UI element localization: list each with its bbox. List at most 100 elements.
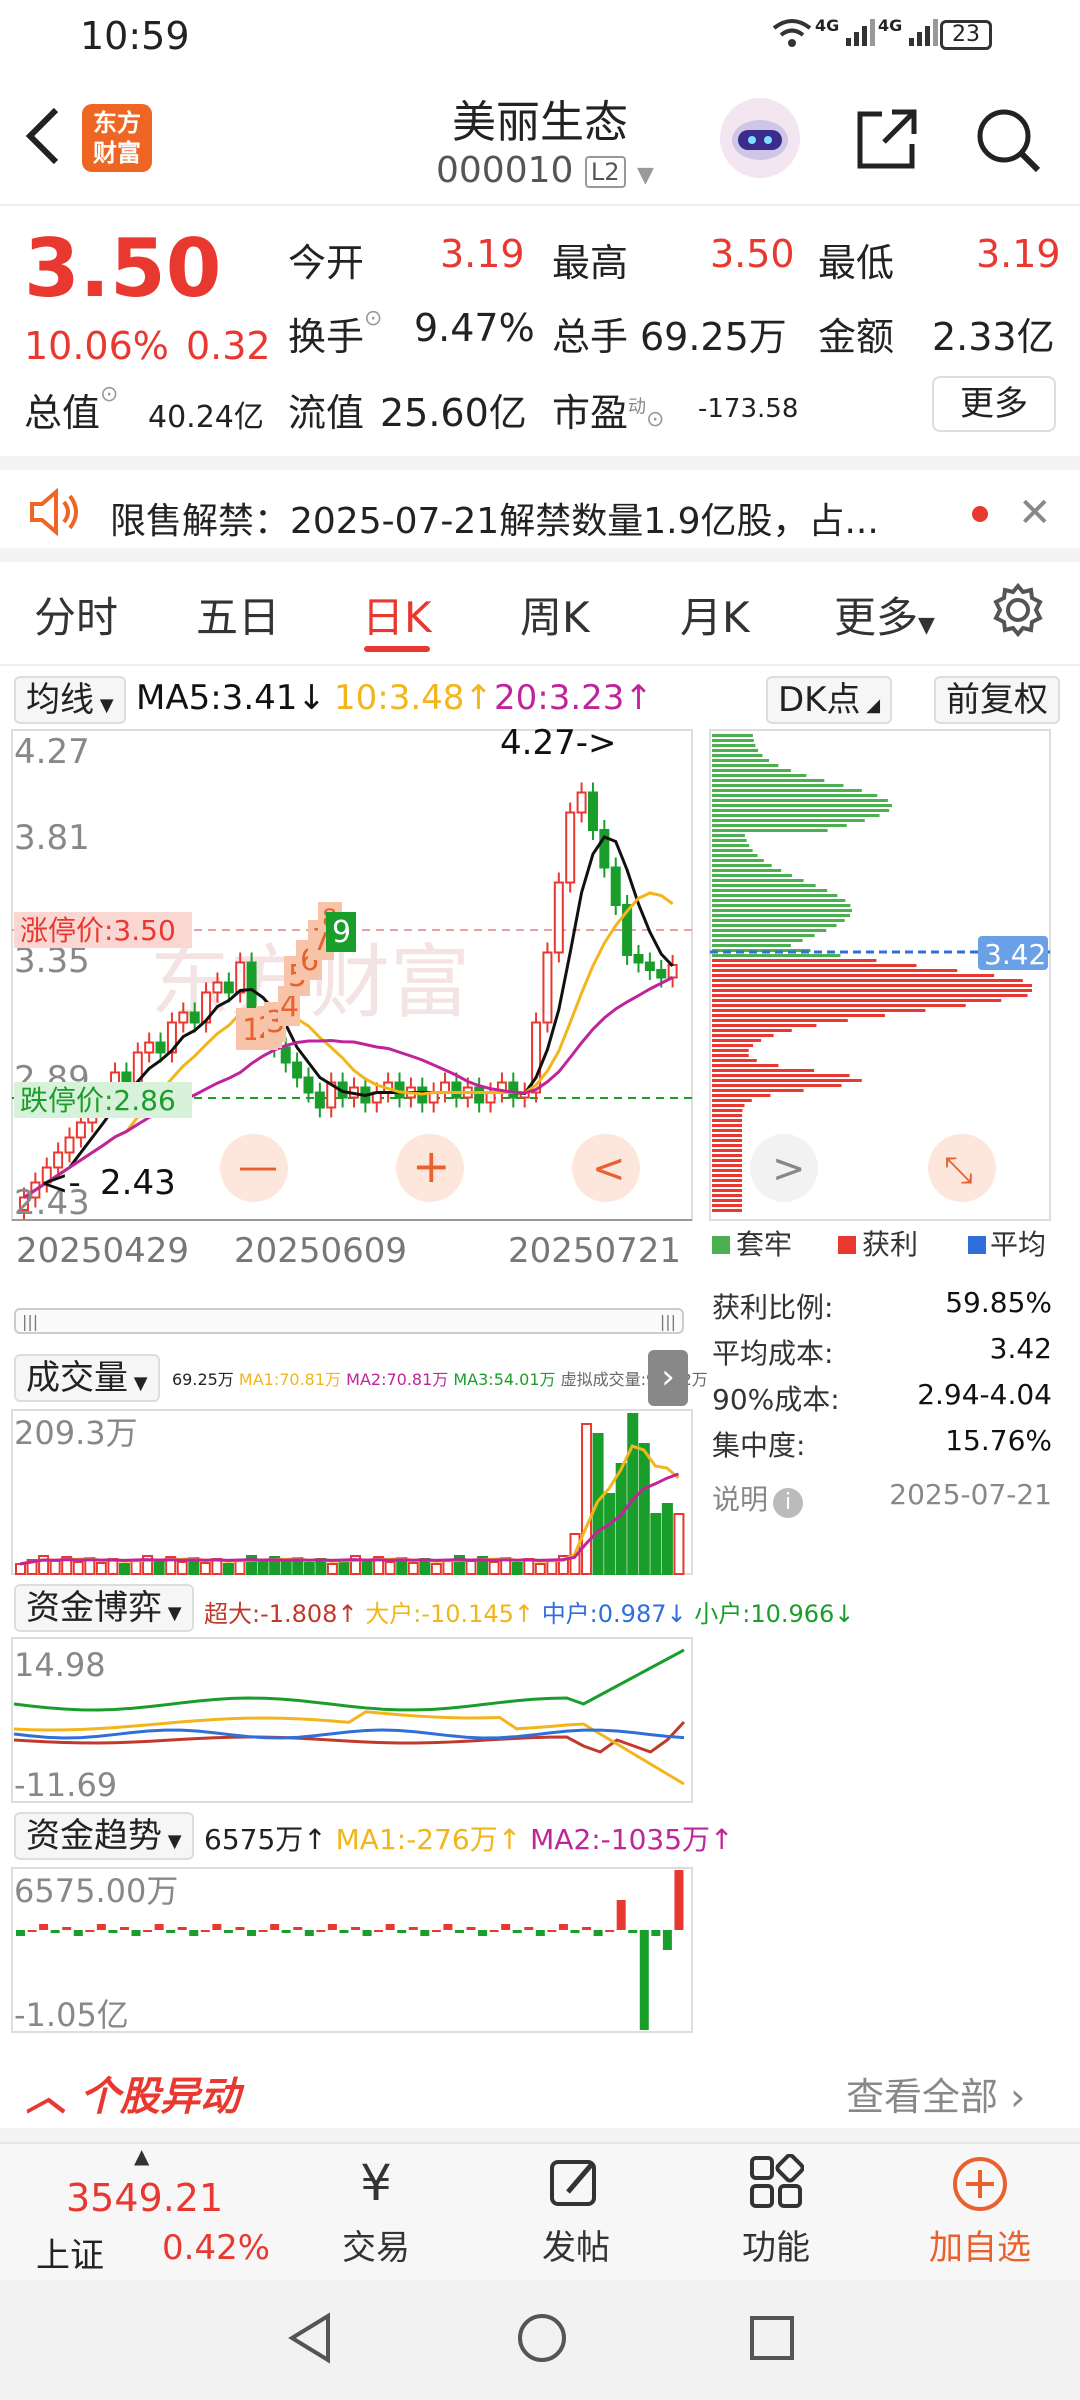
volume-bar [222,1563,234,1575]
candle-body [667,964,678,979]
nav-add-watchlist[interactable]: 加自选 [900,2154,1060,2269]
chip-bar [712,1099,752,1102]
view-all-link[interactable]: 查看全部 › [846,2066,1025,2121]
trend-bar [582,1927,592,1930]
chip-bar [712,1024,817,1027]
nav-post[interactable]: 发帖 [496,2154,656,2269]
chip-bar [712,899,846,902]
index-value[interactable]: 3549.21 [66,2176,223,2220]
info-icon[interactable]: ⊙ [646,407,664,432]
trend-bar [293,1927,303,1930]
chip-stat-label: 平均成本: [712,1337,834,1370]
trend-bar [270,1924,280,1930]
info-icon[interactable]: ⊙ [100,382,118,407]
kline-chart[interactable]: 东方财富 4.27 3.81 3.35 2.89 2.43 涨停价:3.50 跌… [0,720,700,1300]
home-circle-icon[interactable] [514,2310,570,2370]
nav-trade[interactable]: ¥ 交易 [296,2154,456,2269]
chip-bar [712,1184,742,1187]
chip-bar [712,1104,745,1107]
chip-stat-value: 59.85% [945,1286,1052,1319]
chip-bar [712,1199,742,1202]
robot-assistant-icon[interactable] [720,98,800,178]
chip-bar [712,879,804,882]
edit-icon [496,2154,656,2220]
candle-body [212,981,223,994]
chip-bar [712,979,1023,982]
chip-bar [712,1019,848,1022]
volume-chart: 209.3万 [11,1409,693,1575]
share-icon[interactable] [852,104,922,178]
adjust-selector[interactable]: 前复权 [934,676,1060,724]
trend-bar [223,1930,233,1933]
chip-bar [712,1089,804,1092]
tab-more[interactable]: 更多▼ [834,584,935,645]
back-triangle-icon[interactable] [282,2310,338,2370]
chip-bar [712,904,851,907]
info-icon[interactable]: ⊙ [364,306,382,331]
minus-icon: — [238,1144,278,1190]
float-label: 流值 [288,391,365,435]
turnover-label: 换手⊙ [288,306,383,359]
dk-point-selector[interactable]: DK点 ◢ [766,676,893,724]
trend-bar [570,1930,580,1933]
chip-bar [712,1009,926,1012]
chip-bar [712,1064,779,1067]
trend-bar [639,1930,649,2030]
tab-weekly-k[interactable]: 周K [520,584,590,645]
candle-body [235,961,246,994]
chip-bar [712,1164,742,1167]
y-label-top: 4.27 [14,732,90,772]
mid-line [13,1728,685,1740]
chip-bar [712,1109,743,1112]
tab-daily-k[interactable]: 日K [362,584,432,645]
chip-bar [712,749,759,752]
bottom-nav: ▲ 3549.21 上证 0.42% ¥ 交易 发帖 功能 加自选 [0,2142,1080,2280]
ma-selector[interactable]: 均线 ▼ [14,676,126,724]
recents-square-icon[interactable] [744,2310,800,2370]
more-button[interactable]: 更多 [932,376,1056,432]
float-value: 25.60亿 [380,391,527,435]
nav-functions[interactable]: 功能 [696,2153,856,2269]
volume-bar [49,1560,61,1575]
x-label-1: 20250429 [16,1231,189,1271]
change-pct: 10.06% [24,324,169,368]
chip-stat-label: 集中度: [712,1429,806,1462]
chip-bar [712,1174,742,1177]
high-label: 最高 [552,241,629,285]
notice-bar[interactable]: 限售解禁：2025-07-21解禁数量1.9亿股，占... ✕ [0,456,1080,562]
scroll-handle-left[interactable]: ||| [22,1312,38,1331]
limit-up-tag: 涨停价:3.50 [20,914,176,947]
stock-movement-section[interactable]: ︿ 个股异动 查看全部 › [0,2046,1080,2142]
tab-5day[interactable]: 五日 [196,584,280,645]
x-label-3: 20250721 [508,1231,681,1271]
chip-bar [712,1094,771,1097]
chip-note-row[interactable]: 说明 i 2025-07-21 [712,1478,1052,1538]
period-tabs: 分时 五日 日K 周K 月K 更多▼ [0,562,1080,666]
search-icon[interactable] [972,104,1044,180]
chip-bar [712,1084,842,1087]
volume-selector[interactable]: 成交量 ▼ [14,1354,160,1402]
settings-icon[interactable] [990,582,1046,642]
legend-avg: 平均 [990,1228,1046,1261]
indicator-next-button[interactable]: › [648,1350,688,1406]
chip-bar [712,1049,749,1052]
volume-bar [153,1560,165,1575]
fund-trend-top: 6575.00万 [14,1872,178,1910]
fund-trend-selector[interactable]: 资金趋势 ▼ [14,1812,194,1860]
fund-game-selector[interactable]: 资金博弈 ▼ [14,1584,194,1632]
trend-bar [420,1930,430,1936]
tab-intraday[interactable]: 分时 [34,584,118,645]
range-scrollbar[interactable]: ||| ||| [14,1308,684,1334]
trend-bar [304,1930,314,1936]
tab-monthly-k[interactable]: 月K [680,584,750,645]
signal-icon-2: 4G [878,16,941,48]
close-icon[interactable]: ✕ [1018,490,1052,536]
index-pct[interactable]: 0.42% [162,2228,270,2268]
volume-bar [199,1562,211,1575]
pe-label: 市盈动⊙ [552,391,665,435]
trend-bar [154,1924,164,1930]
candle-body [474,1086,485,1104]
scroll-handle-right[interactable]: ||| [660,1312,676,1331]
chip-distribution-chart[interactable]: 3.42 > ⤡ 套牢 获利 平均 [700,720,1080,1280]
index-name[interactable]: 上证 [36,2228,104,2277]
